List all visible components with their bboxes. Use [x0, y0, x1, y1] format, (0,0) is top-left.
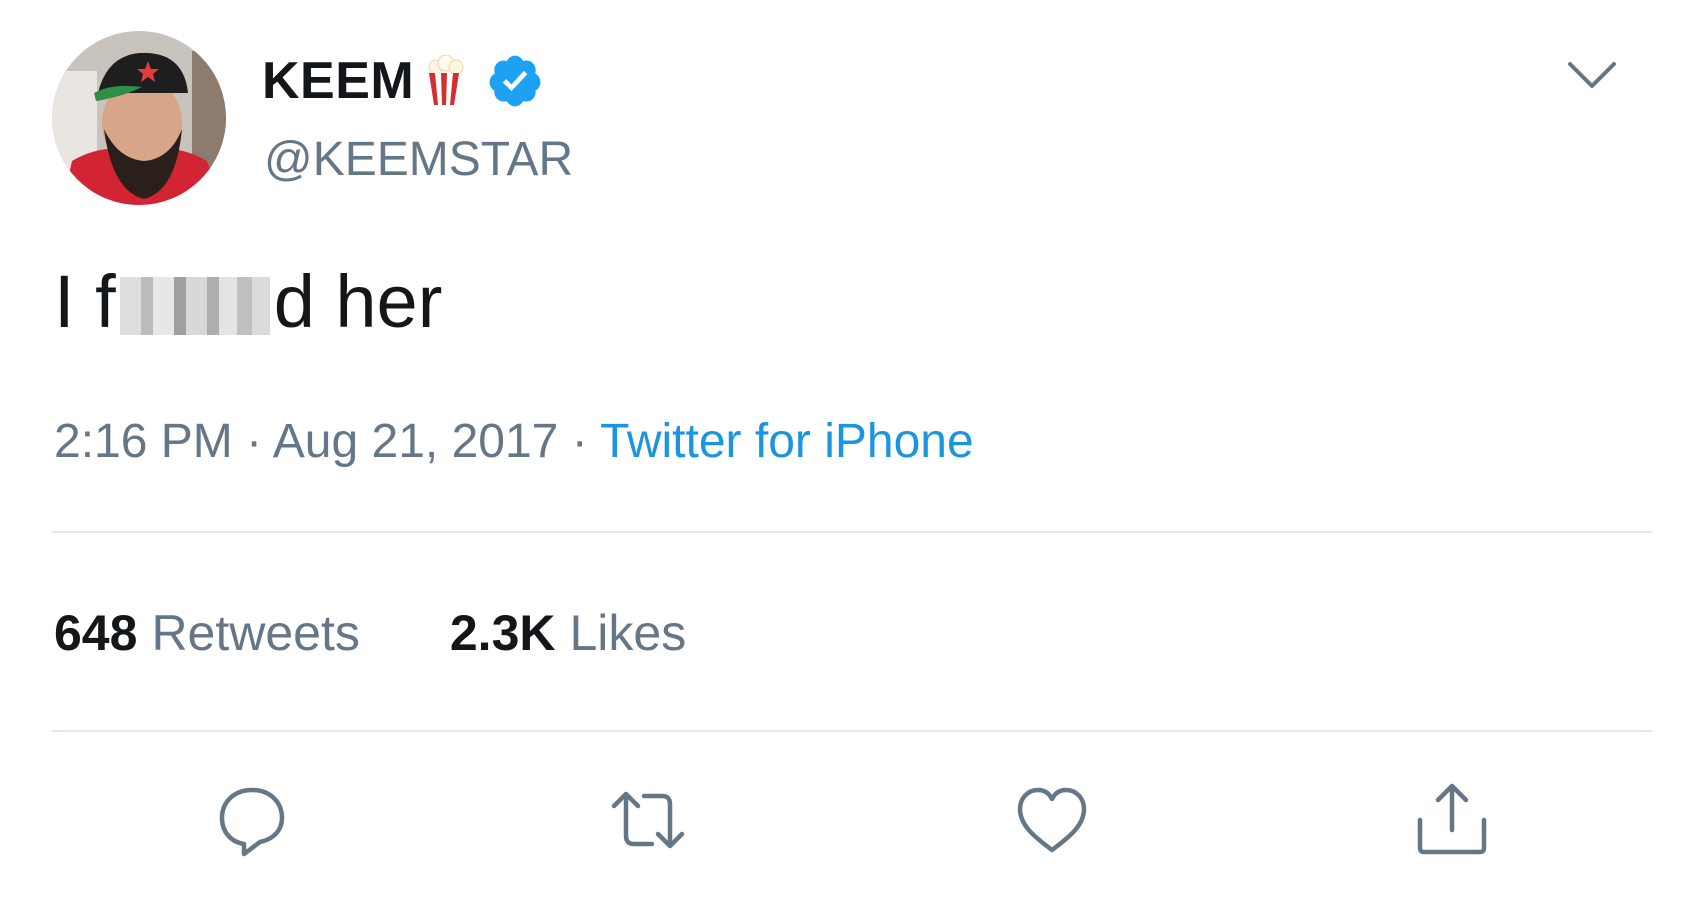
verified-badge-icon: [486, 52, 544, 110]
reply-icon[interactable]: [214, 782, 290, 858]
tweet-text-end: d her: [273, 259, 443, 343]
display-name[interactable]: KEEM: [262, 51, 414, 111]
meta-separator: ·: [232, 415, 273, 468]
handle[interactable]: @KEEMSTAR: [264, 132, 573, 187]
chevron-down-icon[interactable]: [1566, 60, 1618, 90]
meta-separator: ·: [558, 415, 601, 468]
retweet-icon[interactable]: [610, 782, 686, 858]
tweet-text-start: I f: [54, 259, 116, 343]
tweet-card: KEEM @KEEMSTAR I f d her 2:16 PM · Aug 2…: [0, 0, 1700, 898]
likes-stat[interactable]: 2.3K Likes: [450, 604, 686, 662]
divider: [52, 730, 1652, 732]
retweets-count: 648: [54, 605, 138, 661]
avatar[interactable]: [52, 31, 226, 205]
likes-count: 2.3K: [449, 605, 556, 661]
tweet-date[interactable]: Aug 21, 2017: [273, 415, 559, 468]
censor-blur: [119, 277, 270, 335]
heart-icon[interactable]: [1014, 782, 1090, 858]
retweets-label: Retweets: [151, 605, 360, 661]
divider: [52, 531, 1652, 533]
tweet-text: I f d her: [54, 256, 442, 346]
share-icon[interactable]: [1414, 782, 1490, 858]
tweet-meta: 2:16 PM · Aug 21, 2017 · Twitter for iPh…: [54, 414, 974, 469]
display-name-row: KEEM: [262, 48, 544, 114]
retweets-stat[interactable]: 648 Retweets: [54, 604, 360, 662]
likes-label: Likes: [569, 605, 687, 661]
tweet-source-link[interactable]: Twitter for iPhone: [600, 415, 974, 468]
tweet-time[interactable]: 2:16 PM: [54, 415, 233, 468]
tweet-stats: 648 Retweets 2.3K Likes: [54, 604, 686, 662]
popcorn-icon: [426, 54, 466, 107]
avatar-image: [52, 31, 226, 205]
